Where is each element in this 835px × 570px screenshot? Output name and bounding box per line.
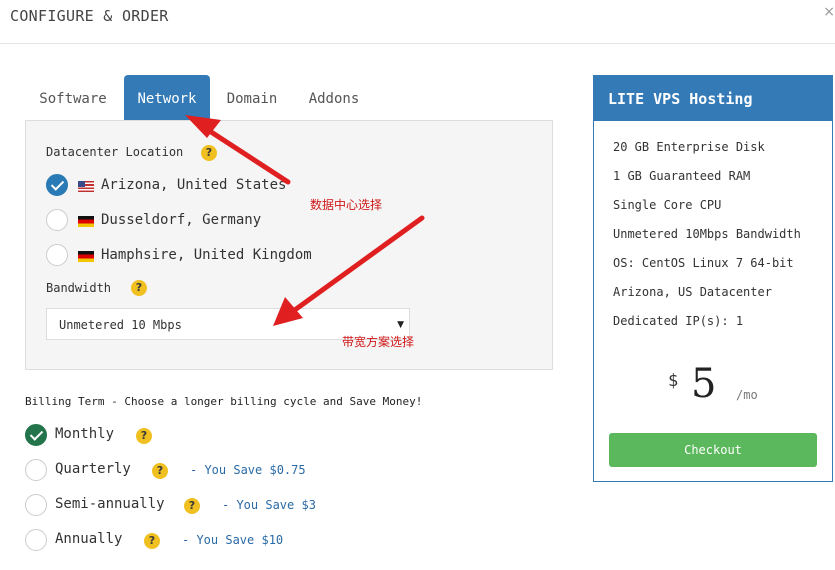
price-amount: 5 xyxy=(691,361,717,407)
tab-software[interactable]: Software xyxy=(25,75,121,121)
price-currency: $ xyxy=(668,371,679,391)
close-icon[interactable]: × xyxy=(823,4,835,20)
feature-os: OS: CentOS Linux 7 64-bit xyxy=(613,256,794,270)
network-panel: Datacenter Location ? Arizona, United St… xyxy=(25,120,553,370)
feature-disk: 20 GB Enterprise Disk xyxy=(613,140,765,154)
billing-radio-semi-annually[interactable] xyxy=(25,494,47,516)
billing-label-monthly[interactable]: Monthly xyxy=(55,426,114,442)
location-label-dusseldorf[interactable]: Dusseldorf, Germany xyxy=(101,212,261,228)
datacenter-label: Datacenter Location xyxy=(46,145,184,159)
annually-help-icon[interactable]: ? xyxy=(144,533,160,549)
config-tabs: Software Network Domain Addons xyxy=(25,75,553,121)
annually-savings: - You Save $10 xyxy=(182,533,284,547)
us-flag-icon xyxy=(78,181,94,192)
dialog-header: CONFIGURE & ORDER × xyxy=(0,0,835,44)
price-period: /mo xyxy=(736,388,758,402)
semi-annually-help-icon[interactable]: ? xyxy=(184,498,200,514)
datacenter-help-icon[interactable]: ? xyxy=(201,145,217,161)
billing-label-annually[interactable]: Annually xyxy=(55,531,122,547)
de-flag-icon xyxy=(78,216,94,227)
feature-bandwidth: Unmetered 10Mbps Bandwidth xyxy=(613,227,801,241)
quarterly-savings: - You Save $0.75 xyxy=(190,463,306,477)
bandwidth-annotation: 带宽方案选择 xyxy=(342,335,415,349)
location-label-arizona[interactable]: Arizona, United States xyxy=(101,177,286,193)
product-title: LITE VPS Hosting xyxy=(594,76,832,121)
de-flag-icon xyxy=(78,251,94,262)
location-radio-hamphsire[interactable] xyxy=(46,244,68,266)
semi-annually-savings: - You Save $3 xyxy=(222,498,316,512)
quarterly-help-icon[interactable]: ? xyxy=(152,463,168,479)
billing-label-quarterly[interactable]: Quarterly xyxy=(55,461,131,477)
order-summary-card: LITE VPS Hosting 20 GB Enterprise Disk 1… xyxy=(593,75,833,482)
feature-dedicated-ip: Dedicated IP(s): 1 xyxy=(613,314,744,328)
tab-domain[interactable]: Domain xyxy=(215,75,289,121)
tab-network[interactable]: Network xyxy=(124,75,210,121)
location-radio-dusseldorf[interactable] xyxy=(46,209,68,231)
feature-cpu: Single Core CPU xyxy=(613,198,722,212)
bandwidth-label: Bandwidth xyxy=(46,281,112,295)
tab-addons[interactable]: Addons xyxy=(295,75,373,121)
bandwidth-select-value: Unmetered 10 Mbps xyxy=(59,318,182,332)
datacenter-annotation: 数据中心选择 xyxy=(310,198,383,212)
location-label-hamphsire[interactable]: Hamphsire, United Kingdom xyxy=(101,247,312,263)
location-radio-arizona[interactable] xyxy=(46,174,68,196)
feature-ram: 1 GB Guaranteed RAM xyxy=(613,169,751,183)
checkout-button[interactable]: Checkout xyxy=(609,433,817,467)
billing-label-semi-annually[interactable]: Semi-annually xyxy=(55,496,165,512)
bandwidth-help-icon[interactable]: ? xyxy=(131,280,147,296)
billing-radio-quarterly[interactable] xyxy=(25,459,47,481)
billing-term-title: Billing Term - Choose a longer billing c… xyxy=(25,395,423,408)
feature-datacenter: Arizona, US Datacenter xyxy=(613,285,772,299)
billing-radio-annually[interactable] xyxy=(25,529,47,551)
monthly-help-icon[interactable]: ? xyxy=(136,428,152,444)
page-title: CONFIGURE & ORDER xyxy=(10,7,169,25)
billing-radio-monthly[interactable] xyxy=(25,424,47,446)
product-details: 20 GB Enterprise Disk 1 GB Guaranteed RA… xyxy=(594,121,832,481)
